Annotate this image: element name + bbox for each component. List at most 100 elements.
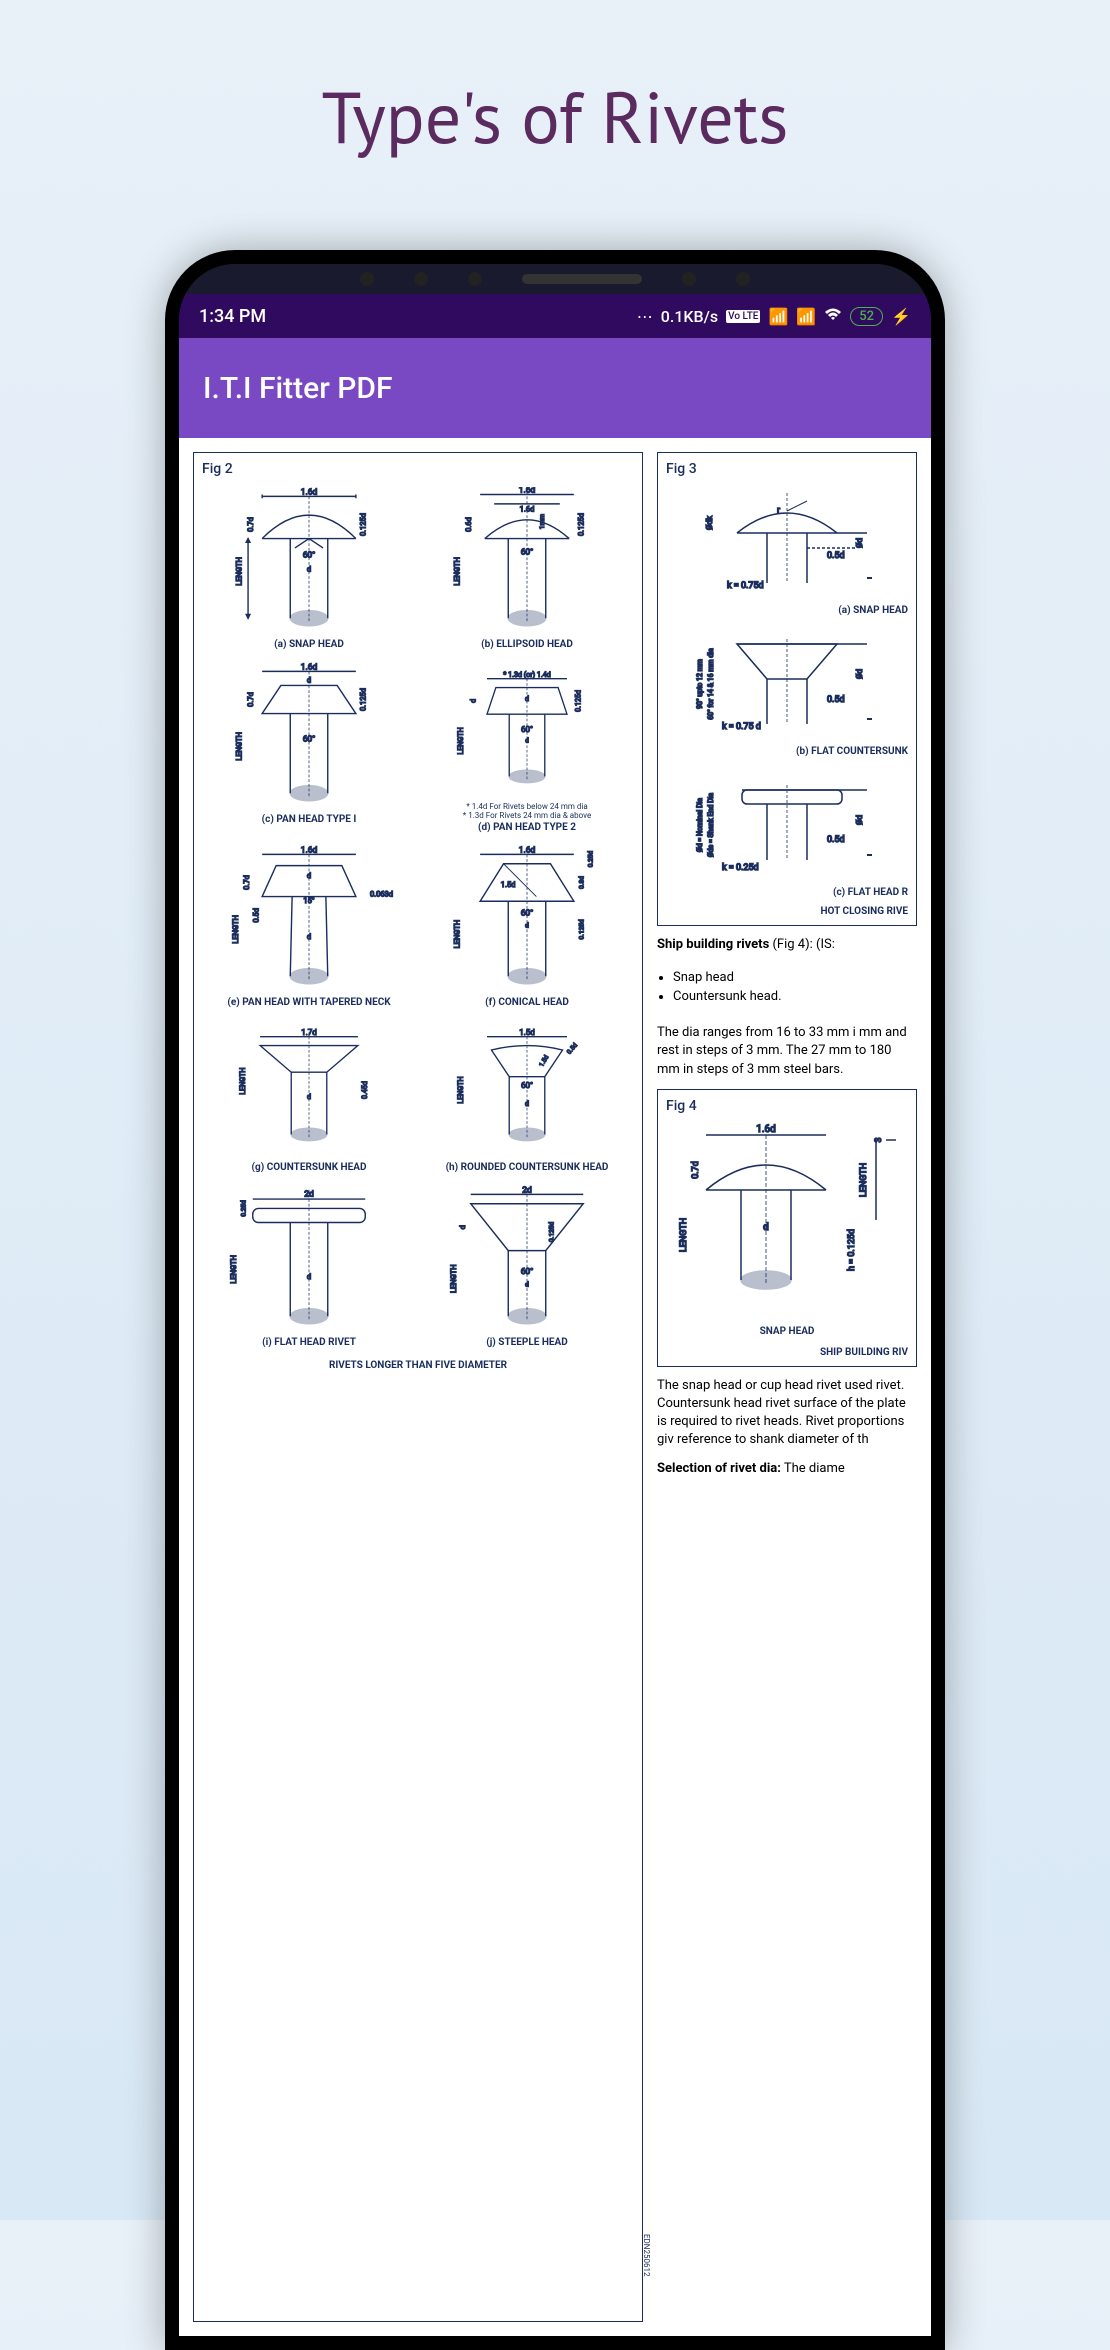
svg-text:Ød: Ød	[855, 815, 864, 825]
rivet-rounded-countersunk: 1.5d 1.5d 0.5d 60° d LENGTH	[420, 1016, 634, 1177]
status-bar: 1:34 PM ⋯ 0.1KB/s Vo LTE 📶 📶 52 ⚡	[179, 294, 931, 338]
svg-text:0.125d: 0.125d	[547, 1222, 555, 1242]
phone-frame: 1:34 PM ⋯ 0.1KB/s Vo LTE 📶 📶 52 ⚡ I.T.I …	[165, 250, 945, 2350]
app-title: I.T.I Fitter PDF	[203, 371, 393, 406]
rivet-countersunk: 1.7d d LENGTH 0.45d (g) COU	[202, 1016, 416, 1177]
svg-text:LENGTH: LENGTH	[679, 1218, 689, 1252]
fig3-label: Fig 3	[666, 461, 908, 477]
svg-text:0.5d: 0.5d	[827, 835, 845, 845]
svg-text:k = 0.75d: k = 0.75d	[727, 581, 764, 591]
right-column: Fig 3 r 0.5d	[657, 452, 917, 2322]
rivet-types-list: Snap head Countersunk head.	[657, 970, 917, 1008]
svg-text:1.5d: 1.5d	[537, 1053, 550, 1068]
phone-screen: 1:34 PM ⋯ 0.1KB/s Vo LTE 📶 📶 52 ⚡ I.T.I …	[179, 264, 931, 2336]
fig2-label: Fig 2	[202, 461, 634, 477]
list-item: Snap head	[673, 970, 917, 985]
rivet-pan-head-2: * 1.3d (or) 1.4d d 60° d LENGTH d	[420, 658, 634, 837]
svg-text:d: d	[458, 1225, 467, 1229]
fig2-footer: RIVETS LONGER THAN FIVE DIAMETER	[202, 1360, 634, 1371]
svg-text:LENGTH: LENGTH	[235, 557, 244, 586]
pdf-viewer[interactable]: Fig 2 1.6d	[179, 438, 931, 2336]
app-bar: I.T.I Fitter PDF	[179, 338, 931, 438]
phone-notch	[179, 264, 931, 294]
fig4-svg: 1.6d d LENGTH 0.7d LENGTH 3	[666, 1120, 906, 1320]
svg-text:0.8d: 0.8d	[577, 876, 585, 889]
charging-icon: ⚡	[891, 307, 911, 326]
fig3-flat-countersunk: 0.5d k = 0.75 d 90° upto 12 mm 60° for 1…	[666, 624, 908, 757]
signal-icon: 📶	[768, 307, 788, 326]
svg-text:90° upto 12 mm: 90° upto 12 mm	[696, 659, 704, 709]
svg-text:Øds = Shank End Dia: Øds = Shank End Dia	[707, 793, 715, 857]
rivet-pan-head-1: 1.6d d 60° LENGTH 0.7d 0.125d	[202, 658, 416, 837]
svg-text:0.7d: 0.7d	[246, 517, 255, 532]
rivet-flat-head: 2d d LENGTH 0.25d (i) FLAT	[202, 1181, 416, 1352]
svg-text:0.25d: 0.25d	[239, 1200, 247, 1217]
svg-text:LENGTH: LENGTH	[449, 1264, 458, 1293]
svg-text:0.125d: 0.125d	[576, 513, 585, 536]
fig3-flat-head: 0.5d k = 0.25d Ød = Nominal Dia Øds = Sh…	[666, 765, 908, 898]
svg-text:0.125d: 0.125d	[573, 690, 582, 712]
svg-text:r: r	[777, 506, 780, 516]
svg-text:0.5d: 0.5d	[251, 908, 260, 923]
svg-text:0.125d: 0.125d	[358, 688, 367, 711]
svg-text:0.7d: 0.7d	[246, 692, 255, 707]
rivet-steeple-head: 2d 60° d LENGTH d 0.125d	[420, 1181, 634, 1352]
fig3-section-title: HOT CLOSING RIVE	[666, 906, 908, 917]
fig4-label: Fig 4	[666, 1098, 908, 1114]
svg-text:Ødk: Ødk	[705, 515, 714, 530]
svg-text:0.125d: 0.125d	[358, 513, 367, 536]
figure-4-box: Fig 4 1.6d d LENGTH	[657, 1089, 917, 1367]
svg-text:0.5d: 0.5d	[827, 695, 845, 705]
status-time: 1:34 PM	[199, 306, 266, 327]
menu-dots-icon: ⋯	[637, 307, 653, 326]
svg-text:d: d	[468, 699, 477, 703]
svg-text:LENGTH: LENGTH	[456, 1076, 465, 1103]
rivet-grid: 1.6d 60° d LENGTH	[202, 483, 634, 1352]
svg-text:LENGTH: LENGTH	[456, 727, 465, 754]
edn-code: EDN250612	[642, 2234, 651, 2276]
svg-text:LENGTH: LENGTH	[231, 915, 240, 944]
svg-text:LENGTH: LENGTH	[453, 920, 462, 949]
svg-text:0.6d: 0.6d	[464, 517, 473, 532]
rivet-pan-tapered: 1.6d d 15° 0.063d d LENGTH	[202, 841, 416, 1012]
svg-text:Ød = Nominal Dia: Ød = Nominal Dia	[696, 798, 704, 852]
ship-building-heading: Ship building rivets (Fig 4): (IS:	[657, 936, 917, 954]
rivet-ellipsoid-head: 1.6d 1.6d 60° 1mm	[420, 483, 634, 654]
rivet-snap-head: 1.6d 60° d LENGTH	[202, 483, 416, 654]
svg-text:1.6d: 1.6d	[756, 1124, 776, 1135]
selection-heading: Selection of rivet dia: The diame	[657, 1460, 917, 1478]
page-title: Type's of Rivets	[0, 0, 1110, 163]
svg-text:LENGTH: LENGTH	[453, 557, 462, 586]
svg-text:1.5d: 1.5d	[501, 880, 516, 889]
svg-text:0.45d: 0.45d	[360, 1081, 369, 1099]
svg-text:0.125d: 0.125d	[577, 919, 585, 939]
svg-text:0.7d: 0.7d	[242, 875, 251, 890]
battery-indicator: 52	[850, 307, 883, 326]
fig3-snap-head: r 0.5d k = 0.75d Ødk Ød (a)	[666, 483, 908, 616]
volte-icon: Vo LTE	[726, 310, 760, 323]
rivet-conical-head: 1.6d 1.5d 60° d LENGTH	[420, 841, 634, 1012]
svg-text:LENGTH: LENGTH	[859, 1163, 869, 1197]
svg-text:60° for 14 & 16 mm dia: 60° for 14 & 16 mm dia	[707, 648, 715, 720]
data-speed: 0.1KB/s	[661, 307, 718, 326]
svg-text:0.5d: 0.5d	[827, 551, 845, 561]
svg-text:0.7d: 0.7d	[691, 1161, 701, 1179]
body-para-2: The snap head or cup head rivet used riv…	[657, 1377, 917, 1450]
svg-text:LENGTH: LENGTH	[229, 1255, 238, 1284]
list-item: Countersunk head.	[673, 989, 917, 1004]
svg-text:0.5d: 0.5d	[565, 1041, 579, 1056]
svg-text:Ød: Ød	[855, 669, 864, 679]
svg-text:k = 0.25d: k = 0.25d	[722, 863, 759, 873]
svg-text:Ød: Ød	[855, 538, 864, 548]
figure-2-box: Fig 2 1.6d	[193, 452, 643, 2322]
svg-text:0.063d: 0.063d	[370, 890, 393, 899]
figure-3-box: Fig 3 r 0.5d	[657, 452, 917, 926]
svg-text:1mm: 1mm	[538, 514, 546, 529]
body-para-1: The dia ranges from 16 to 33 mm i mm and…	[657, 1024, 917, 1079]
wifi-icon	[824, 307, 842, 326]
svg-text:0.25d: 0.25d	[587, 851, 595, 868]
svg-text:LENGTH: LENGTH	[235, 732, 244, 761]
svg-text:k = 0.75 d: k = 0.75 d	[722, 722, 761, 732]
signal-icon-2: 📶	[796, 307, 816, 326]
svg-text:h = 0.125d: h = 0.125d	[847, 1229, 857, 1271]
